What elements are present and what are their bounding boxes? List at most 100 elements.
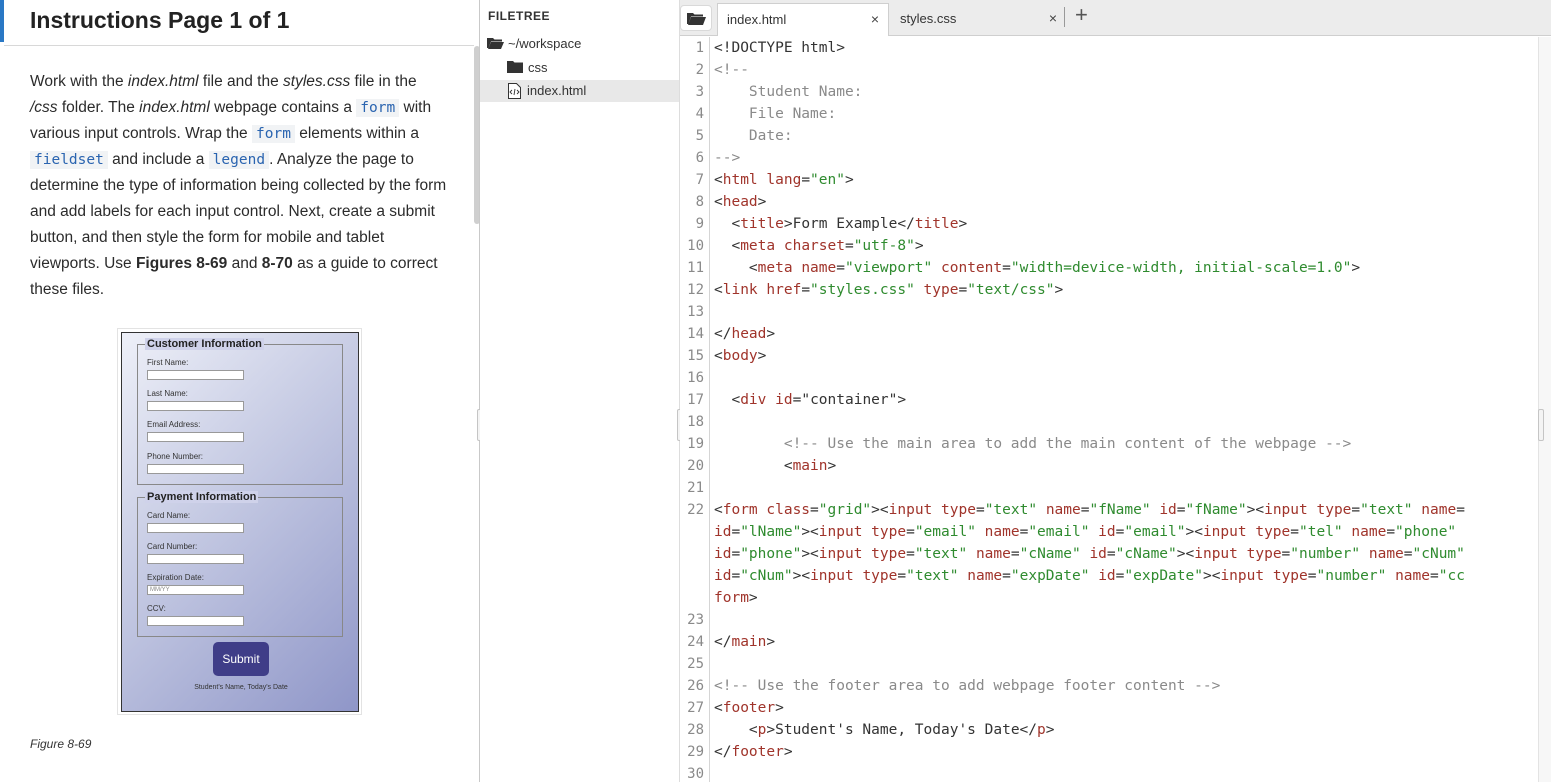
resize-handle-right[interactable]	[1538, 409, 1544, 441]
instr-text-1: Work with the	[30, 73, 128, 90]
code-token: type	[1316, 502, 1352, 518]
code-token: =	[1106, 546, 1116, 562]
tree-item-css[interactable]: css	[480, 57, 679, 79]
code-token: id	[1098, 524, 1116, 540]
code-token: "width=device-width, initial-scale=1.0"	[1010, 260, 1352, 276]
code-line: form>	[714, 590, 758, 606]
code-token: input	[888, 502, 933, 518]
code-token: "lName"	[740, 524, 802, 540]
filetree-panel: FILETREE ~/workspace css index.html	[480, 0, 680, 782]
code-token: title	[740, 216, 784, 232]
code-token: ><	[801, 524, 819, 540]
code-token: head	[722, 194, 758, 210]
instructions-pane: Instructions Page 1 of 1 Work with the i…	[0, 0, 480, 782]
code-token: =	[1281, 546, 1291, 562]
figure-submit-button: Submit	[213, 642, 269, 676]
code-token: >	[775, 700, 784, 716]
instr-text-10: and	[227, 255, 262, 272]
code-token: id	[1098, 568, 1116, 584]
code-token: ><	[801, 546, 819, 562]
code-token: =	[897, 568, 907, 584]
code-token: =	[975, 502, 985, 518]
code-token: <	[714, 260, 758, 276]
code-line: </main>	[714, 634, 775, 650]
code-token: p	[1037, 722, 1046, 738]
code-token: File Name:	[714, 106, 837, 122]
field-label: Phone Number:	[147, 452, 204, 461]
tree-item-workspace[interactable]: ~/workspace	[480, 33, 679, 55]
code-token: <!--	[714, 62, 749, 78]
code-token: >	[766, 634, 776, 650]
figure-ref-2: 8-70	[261, 255, 293, 272]
html-file-icon	[508, 83, 521, 99]
code-token: name	[1395, 568, 1430, 584]
code-token: ><	[1202, 568, 1221, 584]
instructions-title: Instructions Page 1 of 1	[30, 7, 290, 33]
code-token: =	[844, 238, 854, 254]
code-token: ><	[1246, 502, 1265, 518]
field-label: Card Number:	[147, 542, 198, 551]
code-token: title	[914, 216, 959, 232]
code-token: =	[1403, 546, 1413, 562]
code-token: "utf-8"	[853, 238, 915, 254]
code-token: =	[958, 282, 968, 298]
code-line: <!-- Use the main area to add the main c…	[714, 436, 1351, 452]
field-label: Email Address:	[147, 420, 201, 429]
code-line: id="cNum"><input type="text" name="expDa…	[714, 568, 1465, 584]
code-token: <	[714, 700, 723, 716]
code-line: id="lName"><input type="email" name="ema…	[714, 524, 1456, 540]
code-token: id	[714, 568, 732, 584]
code-line: <meta charset="utf-8">	[714, 238, 923, 254]
code-token: =	[1307, 568, 1317, 584]
code-token: =	[1456, 502, 1465, 518]
code-token: =	[1290, 524, 1299, 540]
instr-text-7: elements within a	[294, 125, 419, 142]
code-area[interactable]: <!DOCTYPE html> <!-- Student Name: File N…	[680, 0, 1538, 782]
code-line: <link href="styles.css" type="text/css">	[714, 282, 1063, 298]
code-token: "number"	[1290, 546, 1361, 562]
field-label: Expiration Date:	[147, 573, 204, 582]
code-token: form	[722, 502, 758, 518]
code-token: >	[766, 326, 776, 342]
code-token: input	[818, 546, 863, 562]
code-token: =	[810, 502, 819, 518]
code-token: "number"	[1316, 568, 1387, 584]
figure-image: Customer Information First Name: Last Na…	[117, 328, 362, 715]
code-token: >	[1045, 722, 1055, 738]
code-token: head	[731, 326, 767, 342]
code-token: >Form Example</	[783, 216, 915, 232]
code-token: </	[714, 634, 732, 650]
folder-open-icon	[487, 38, 504, 49]
code-token: meta	[740, 238, 776, 254]
code-token: input	[810, 568, 854, 584]
code-form-2: form	[252, 125, 295, 143]
code-token: =	[1386, 524, 1396, 540]
code-line: <body>	[714, 348, 766, 364]
code-token: html	[722, 172, 758, 188]
code-token: "grid"	[818, 502, 872, 518]
code-token: name	[1368, 546, 1404, 562]
code-token: <	[714, 216, 741, 232]
figure-caption: Figure 8-69	[30, 737, 92, 751]
code-token: "fName"	[1089, 502, 1151, 518]
code-token: name	[801, 260, 837, 276]
code-token: "tel"	[1299, 524, 1343, 540]
tree-item-index-html[interactable]: index.html	[480, 80, 679, 102]
code-token: <!-- Use the footer area to add webpage …	[714, 678, 1221, 694]
code-token: >	[1054, 282, 1064, 298]
code-token: input	[1194, 546, 1238, 562]
tree-item-label: css	[528, 60, 548, 75]
instr-text-9: . Analyze the page to determine the type…	[30, 151, 447, 272]
code-token: "phone"	[740, 546, 802, 562]
code-token: "container"	[801, 392, 898, 408]
code-line: <!-- Use the footer area to add webpage …	[714, 678, 1220, 694]
code-token: input	[1202, 524, 1247, 540]
